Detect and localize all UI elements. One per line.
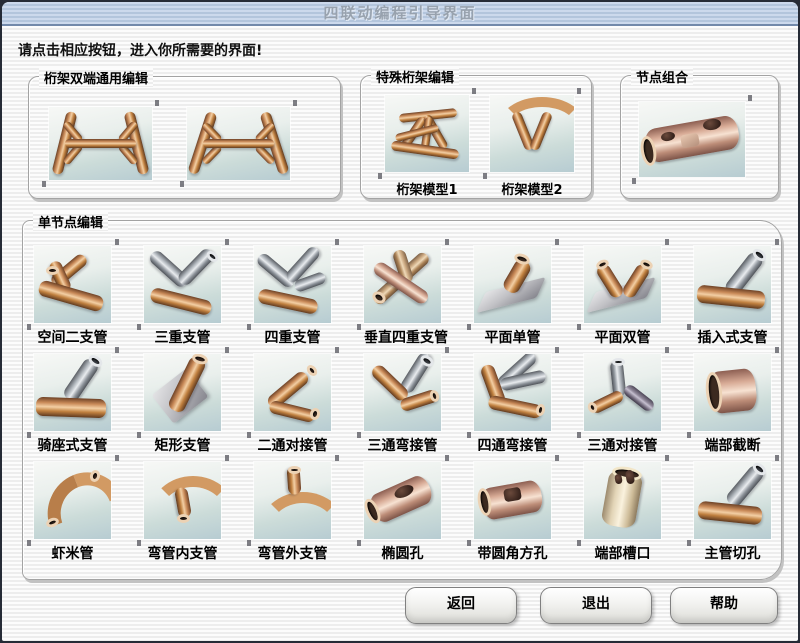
- three-way-bend-joint-pipe-icon[interactable]: [364, 354, 441, 431]
- four-way-bend-joint-pipe-icon[interactable]: [474, 354, 551, 431]
- tile-bend-outer-branch[interactable]: 弯管外支管: [254, 462, 331, 570]
- title-bar: 四联动编程引导界面: [2, 2, 798, 26]
- window-title: 四联动编程引导界面: [2, 2, 798, 24]
- bend-outer-branch-pipe-icon[interactable]: [254, 462, 331, 539]
- saddle-branch-pipe-icon[interactable]: [34, 354, 111, 431]
- handle-mark: [155, 100, 159, 106]
- main-pipe-cut-hole-icon[interactable]: [694, 462, 771, 539]
- elliptical-hole-icon[interactable]: [364, 462, 441, 539]
- tile-rounded-square-hole[interactable]: 带圆角方孔: [474, 462, 551, 570]
- tile-vertical-quadruple-branch[interactable]: 垂直四重支管: [364, 246, 441, 354]
- single-node-grid: 空间二支管 三重支管 四重支管: [34, 246, 800, 570]
- handle-mark: [378, 173, 382, 179]
- tile-spatial-two-branch[interactable]: 空间二支管: [34, 246, 111, 354]
- truss-double-end-model-2-icon[interactable]: [187, 107, 290, 180]
- tile-inserted-branch[interactable]: 插入式支管: [694, 246, 771, 354]
- end-slot-icon[interactable]: [584, 462, 661, 539]
- tile-segmented-elbow[interactable]: 虾米管: [34, 462, 111, 570]
- handle-mark: [748, 95, 752, 101]
- instruction-text: 请点击相应按钮，进入你所需要的界面!: [18, 40, 262, 60]
- special-truss-model-2-icon[interactable]: [490, 95, 574, 172]
- group-truss-general-title: 桁架双端通用编辑: [39, 68, 153, 87]
- plane-double-pipe-icon[interactable]: [584, 246, 661, 323]
- handle-mark: [180, 181, 184, 187]
- truss-model-2-label: 桁架模型2: [490, 179, 574, 198]
- vertical-quadruple-branch-pipe-icon[interactable]: [364, 246, 441, 323]
- truss-double-end-model-1-icon[interactable]: [49, 107, 152, 180]
- dialog-window: 四联动编程引导界面 请点击相应按钮，进入你所需要的界面! 桁架双端通用编辑 特殊…: [0, 0, 800, 643]
- tile-main-pipe-cut-hole[interactable]: 主管切孔: [694, 462, 771, 570]
- three-way-butt-joint-pipe-icon[interactable]: [584, 354, 661, 431]
- tile-saddle-branch[interactable]: 骑座式支管: [34, 354, 111, 462]
- tile-four-way-bend-joint[interactable]: 四通弯接管: [474, 354, 551, 462]
- tile-end-slot[interactable]: 端部槽口: [584, 462, 661, 570]
- handle-mark: [483, 173, 487, 179]
- rectangular-branch-pipe-icon[interactable]: [144, 354, 221, 431]
- special-truss-model-1-icon[interactable]: [385, 95, 469, 172]
- tile-rectangular-branch[interactable]: 矩形支管: [144, 354, 221, 462]
- handle-mark: [293, 100, 297, 106]
- group-single-node-title: 单节点编辑: [33, 212, 108, 231]
- handle-mark: [42, 181, 46, 187]
- tile-three-way-butt-joint[interactable]: 三通对接管: [584, 354, 661, 462]
- spatial-two-branch-pipe-icon[interactable]: [34, 246, 111, 323]
- group-node-combo-title: 节点组合: [631, 67, 693, 86]
- tile-plane-double[interactable]: 平面双管: [584, 246, 661, 354]
- handle-mark: [577, 88, 581, 94]
- inserted-branch-pipe-icon[interactable]: [694, 246, 771, 323]
- triple-branch-pipe-icon[interactable]: [144, 246, 221, 323]
- tile-quadruple-branch[interactable]: 四重支管: [254, 246, 331, 354]
- segmented-elbow-pipe-icon[interactable]: [34, 462, 111, 539]
- plane-single-pipe-icon[interactable]: [474, 246, 551, 323]
- combined-node-pipe-icon[interactable]: [639, 102, 745, 177]
- help-button[interactable]: 帮助: [670, 587, 778, 624]
- quadruple-branch-pipe-icon[interactable]: [254, 246, 331, 323]
- rounded-square-hole-icon[interactable]: [474, 462, 551, 539]
- tile-bend-inner-branch[interactable]: 弯管内支管: [144, 462, 221, 570]
- back-button[interactable]: 返回: [405, 587, 517, 624]
- end-truncation-icon[interactable]: [694, 354, 771, 431]
- group-truss-special-title: 特殊桁架编辑: [371, 67, 459, 86]
- handle-mark: [472, 88, 476, 94]
- tile-triple-branch[interactable]: 三重支管: [144, 246, 221, 354]
- exit-button[interactable]: 退出: [540, 587, 652, 624]
- handle-mark: [632, 178, 636, 184]
- two-way-butt-joint-pipe-icon[interactable]: [254, 354, 331, 431]
- truss-model-1-label: 桁架模型1: [385, 179, 469, 198]
- tile-end-truncation[interactable]: 端部截断: [694, 354, 771, 462]
- tile-elliptical-hole[interactable]: 椭圆孔: [364, 462, 441, 570]
- tile-three-way-bend-joint[interactable]: 三通弯接管: [364, 354, 441, 462]
- tile-two-way-butt-joint[interactable]: 二通对接管: [254, 354, 331, 462]
- tile-plane-single[interactable]: 平面单管: [474, 246, 551, 354]
- bend-inner-branch-pipe-icon[interactable]: [144, 462, 221, 539]
